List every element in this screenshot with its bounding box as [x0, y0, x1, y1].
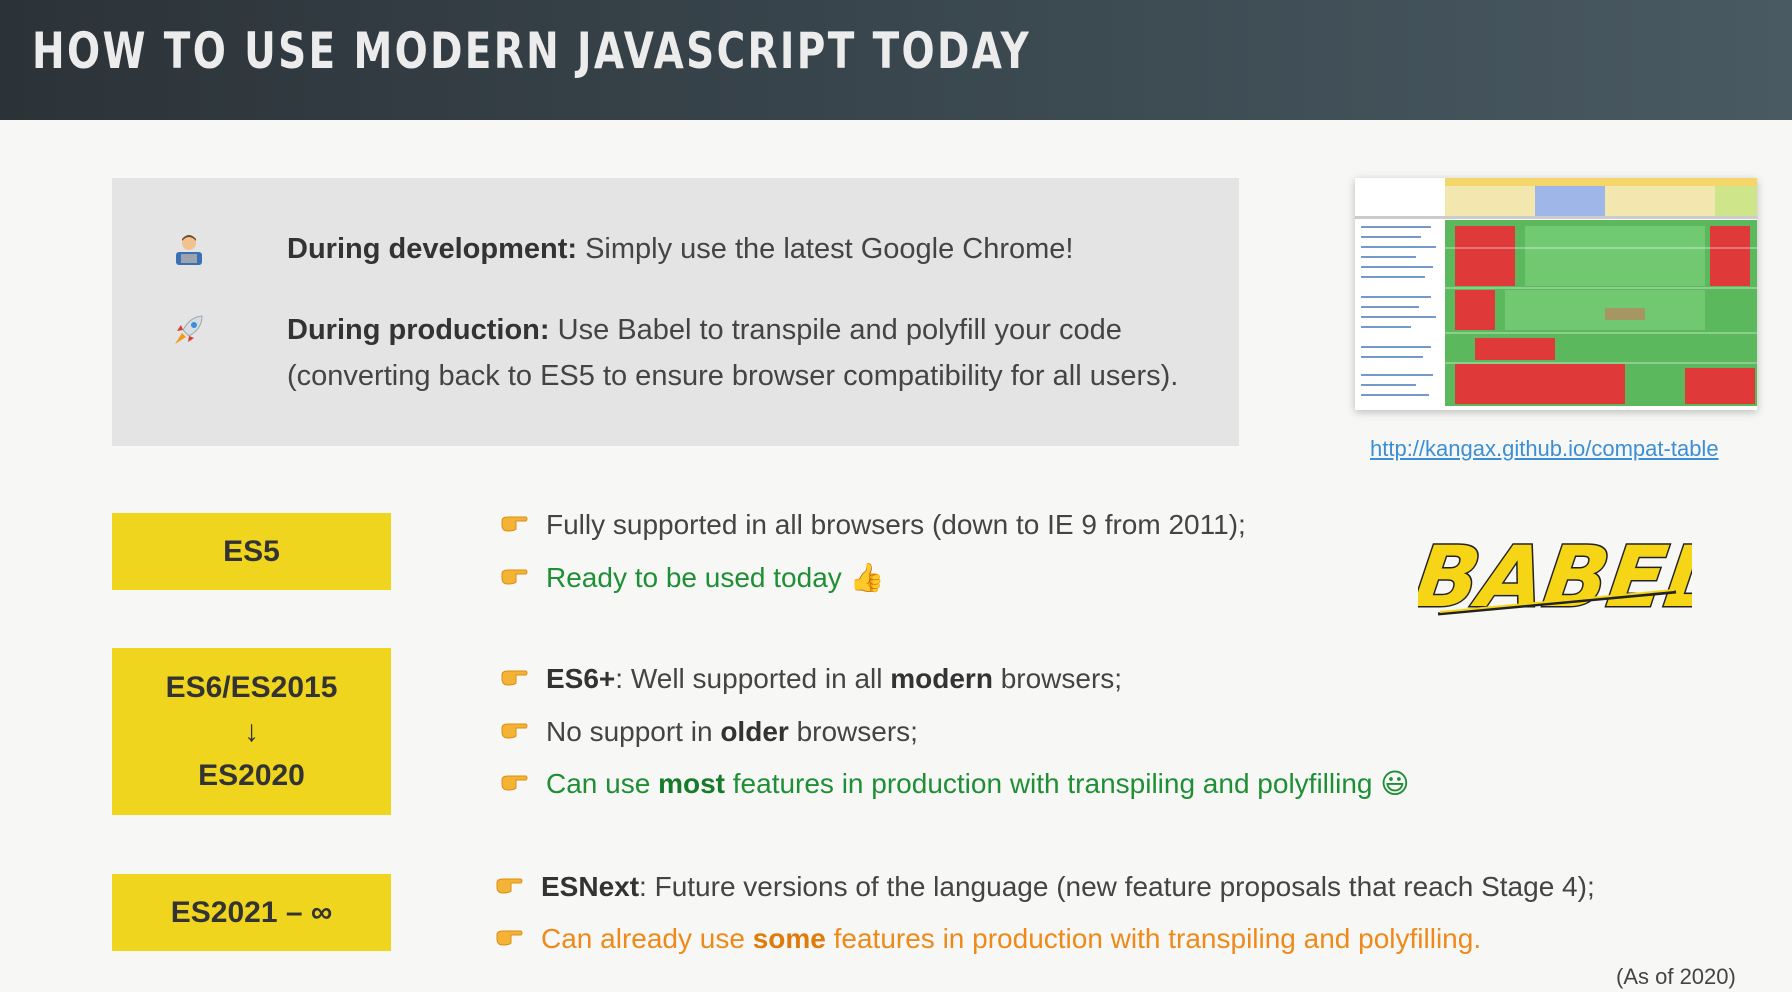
development-label: During development:: [287, 233, 578, 265]
esnext-label: ESNext: [541, 871, 640, 902]
down-arrow-icon: ↓: [244, 714, 259, 748]
es6-plus-label: ES6+: [546, 663, 616, 694]
pointing-hand-icon: [501, 569, 528, 585]
pointing-hand-icon: [496, 878, 523, 894]
es5-bullet-1: Fully supported in all browsers (down to…: [500, 507, 1246, 543]
es6-bullet-1-end: browsers;: [992, 663, 1123, 694]
es6-bullet-3-text: Can use: [546, 768, 659, 799]
dev-production-box: During development: Simply use the lates…: [112, 178, 1239, 446]
esnext-bullet-2: Can already use some features in product…: [495, 921, 1481, 957]
es5-badge-label: ES5: [223, 534, 280, 568]
esnext-bullet-1: ESNext: Future versions of the language …: [495, 869, 1595, 905]
es6-badge-top: ES6/ES2015: [165, 670, 338, 704]
pointing-hand-icon: [501, 516, 528, 532]
es6-bullet-3-end: features in production with transpiling …: [724, 768, 1410, 799]
compat-table-screenshot: [1355, 178, 1757, 410]
babel-logo: BABEL: [1418, 527, 1692, 628]
compat-table-link[interactable]: http://kangax.github.io/compat-table: [1370, 436, 1719, 462]
es6-bullet-3: Can use most features in production with…: [500, 766, 1409, 802]
es5-bullet-1-text: Fully supported in all browsers (down to…: [546, 509, 1246, 540]
older-label: older: [720, 716, 789, 747]
esnext-bullet-1-text: : Future versions of the language (new f…: [639, 871, 1595, 902]
technologist-icon: [176, 235, 202, 265]
es5-bullet-2: Ready to be used today 👍: [500, 560, 884, 596]
production-label: During production:: [287, 314, 550, 346]
pointing-hand-icon: [496, 930, 523, 946]
rocket-icon: [175, 315, 203, 344]
es6-bullet-2-end: browsers;: [788, 716, 918, 747]
esnext-bullet-2-text: Can already use: [541, 923, 753, 954]
esnext-bullet-2-end: features in production with transpiling …: [825, 923, 1482, 954]
most-label: most: [658, 768, 725, 799]
es6-bullet-2: No support in older browsers;: [500, 714, 918, 750]
es6-bullet-1-text: : Well supported in all: [615, 663, 891, 694]
es5-badge: ES5: [112, 513, 391, 590]
header-bar: HOW TO USE MODERN JAVASCRIPT TODAY: [0, 0, 1792, 120]
es6-bullet-2-text: No support in: [546, 716, 721, 747]
page-title: HOW TO USE MODERN JAVASCRIPT TODAY: [32, 22, 1032, 80]
es6-badge-bottom: ES2020: [198, 758, 305, 792]
pointing-hand-icon: [501, 670, 528, 686]
modern-label: modern: [890, 663, 993, 694]
es5-bullet-2-text: Ready to be used today 👍: [546, 562, 885, 593]
pointing-hand-icon: [501, 723, 528, 739]
esnext-badge: ES2021 – ∞: [112, 874, 391, 951]
as-of-footnote: (As of 2020): [1616, 964, 1736, 989]
esnext-badge-label: ES2021 – ∞: [170, 895, 333, 929]
pointing-hand-icon: [501, 775, 528, 791]
development-text: Simply use the latest Google Chrome!: [577, 233, 1074, 265]
es6-es2020-badge: ES6/ES2015 ↓ ES2020: [112, 648, 391, 815]
es6-bullet-1: ES6+: Well supported in all modern brows…: [500, 661, 1122, 697]
some-label: some: [752, 923, 826, 954]
